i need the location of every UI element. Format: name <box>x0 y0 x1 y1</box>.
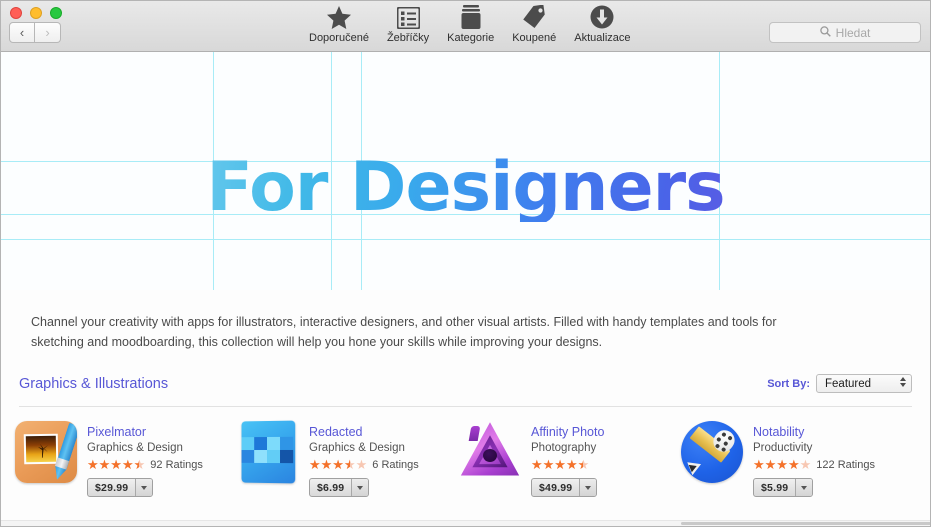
minimize-button[interactable] <box>30 7 42 19</box>
price-button[interactable]: $29.99 <box>87 478 154 497</box>
close-button[interactable] <box>10 7 22 19</box>
tab-charts[interactable]: Žebříčky <box>378 3 438 45</box>
redacted-icon <box>241 420 296 484</box>
app-rating: ★★★★★ ★★★★★ 92 Ratings <box>87 457 203 472</box>
section-title-link[interactable]: Graphics & Illustrations <box>19 376 168 392</box>
hero-title: For Designers <box>1 154 930 222</box>
list-icon <box>396 3 420 29</box>
chevron-down-icon[interactable] <box>351 479 369 496</box>
sort-by-select[interactable]: Featured <box>816 374 912 393</box>
star-rating-icon: ★★★★★ ★★★★★ <box>87 456 146 472</box>
stepper-arrows-icon <box>900 377 906 387</box>
app-name-link[interactable]: Redacted <box>309 425 419 440</box>
toolbar: ‹ › Doporučené Žebříčky Kategorie Koupen… <box>1 1 930 52</box>
app-rating: ★★★★★ ★★★★★ 6 Ratings <box>309 457 419 472</box>
rating-count: 6 Ratings <box>372 458 419 471</box>
app-category: Photography <box>531 442 597 454</box>
app-list: Pixelmator Graphics & Design ★★★★★ ★★★★★… <box>1 420 930 497</box>
forward-button[interactable]: › <box>35 22 61 43</box>
app-name-link[interactable]: Pixelmator <box>87 425 203 440</box>
app-icon[interactable] <box>459 421 521 483</box>
tab-categories[interactable]: Kategorie <box>438 3 503 45</box>
app-category: Graphics & Design <box>87 442 183 454</box>
search-placeholder: Hledat <box>835 25 871 40</box>
sort-by-label: Sort By: <box>767 377 810 390</box>
price-label: $49.99 <box>539 481 573 494</box>
app-icon[interactable] <box>681 421 743 483</box>
star-icon <box>326 3 351 29</box>
section-header: Graphics & Illustrations Sort By: Featur… <box>19 374 912 407</box>
app-icon[interactable] <box>237 420 299 484</box>
app-info: Affinity Photo Photography ★★★★★ ★★★★★ $… <box>531 421 604 497</box>
price-label: $6.99 <box>317 481 345 494</box>
app-tile[interactable]: Affinity Photo Photography ★★★★★ ★★★★★ $… <box>459 421 681 497</box>
navigation-buttons: ‹ › <box>9 22 61 43</box>
pixelmator-icon <box>15 421 77 483</box>
zoom-button[interactable] <box>50 7 62 19</box>
price-label: $5.99 <box>761 481 789 494</box>
tab-featured-label: Doporučené <box>309 32 369 44</box>
notability-icon <box>681 421 743 483</box>
window-controls <box>10 7 62 19</box>
chevron-down-icon[interactable] <box>579 479 597 496</box>
app-name-link[interactable]: Notability <box>753 425 875 440</box>
horizontal-scrollbar[interactable] <box>1 520 930 526</box>
search-field[interactable]: Hledat <box>769 22 921 43</box>
price-label: $29.99 <box>95 481 129 494</box>
app-icon[interactable] <box>15 421 77 483</box>
tab-updates[interactable]: Aktualizace <box>565 3 639 45</box>
collection-description: Channel your creativity with apps for il… <box>31 315 777 349</box>
app-info: Redacted Graphics & Design ★★★★★ ★★★★★ 6… <box>309 421 419 497</box>
chevron-right-icon: › <box>45 25 50 40</box>
app-tile[interactable]: Pixelmator Graphics & Design ★★★★★ ★★★★★… <box>15 421 237 497</box>
grid-line-horizontal <box>1 239 930 240</box>
app-info: Notability Productivity ★★★★★ ★★★★★ 122 … <box>753 421 875 497</box>
sort-by-value: Featured <box>825 377 872 390</box>
hero-banner: For Designers <box>1 52 930 290</box>
app-rating: ★★★★★ ★★★★★ 122 Ratings <box>753 457 875 472</box>
categories-icon <box>461 3 481 29</box>
tab-featured[interactable]: Doporučené <box>300 3 378 45</box>
back-button[interactable]: ‹ <box>9 22 35 43</box>
tab-updates-label: Aktualizace <box>574 32 631 44</box>
sort-by-control: Sort By: Featured <box>767 374 912 393</box>
chevron-down-icon[interactable] <box>795 479 813 496</box>
star-rating-icon: ★★★★★ ★★★★★ <box>753 456 812 472</box>
app-rating: ★★★★★ ★★★★★ <box>531 457 604 472</box>
toolbar-tabs: Doporučené Žebříčky Kategorie Koupené Ak… <box>300 3 640 45</box>
chevron-left-icon: ‹ <box>19 25 25 40</box>
chevron-down-icon[interactable] <box>135 479 153 496</box>
price-button[interactable]: $49.99 <box>531 478 598 497</box>
tab-categories-label: Kategorie <box>447 32 495 44</box>
tab-purchased[interactable]: Koupené <box>503 3 565 45</box>
affinity-photo-icon <box>459 421 521 483</box>
app-category: Graphics & Design <box>309 442 405 454</box>
app-tile[interactable]: Notability Productivity ★★★★★ ★★★★★ 122 … <box>681 421 903 497</box>
app-info: Pixelmator Graphics & Design ★★★★★ ★★★★★… <box>87 421 203 497</box>
tab-purchased-label: Koupené <box>512 32 557 44</box>
price-button[interactable]: $6.99 <box>309 478 370 497</box>
tag-icon <box>522 3 546 29</box>
tab-charts-label: Žebříčky <box>386 32 430 44</box>
star-rating-icon: ★★★★★ ★★★★★ <box>309 456 368 472</box>
app-name-link[interactable]: Affinity Photo <box>531 425 604 440</box>
scrollbar-thumb[interactable] <box>681 522 930 525</box>
star-rating-icon: ★★★★★ ★★★★★ <box>531 456 590 472</box>
rating-count: 122 Ratings <box>816 458 875 471</box>
price-button[interactable]: $5.99 <box>753 478 814 497</box>
rating-count: 92 Ratings <box>150 458 203 471</box>
app-category: Productivity <box>753 442 813 454</box>
app-store-window: ‹ › Doporučené Žebříčky Kategorie Koupen… <box>0 0 931 527</box>
download-arrow-icon <box>590 3 614 29</box>
search-icon <box>819 24 831 42</box>
app-tile[interactable]: Redacted Graphics & Design ★★★★★ ★★★★★ 6… <box>237 420 459 497</box>
